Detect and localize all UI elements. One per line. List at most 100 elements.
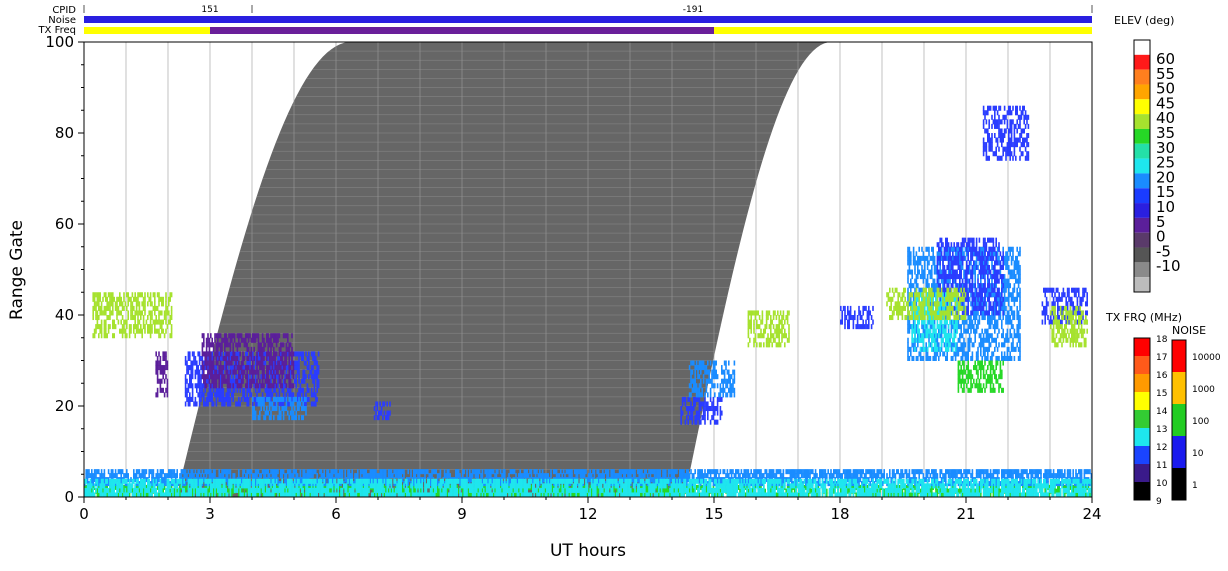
- echo-cell: [148, 324, 150, 329]
- echo-cell: [984, 242, 986, 247]
- echo-cell: [967, 306, 969, 311]
- echo-cell: [164, 356, 166, 361]
- echo-cell: [266, 338, 268, 343]
- echo-cell: [237, 347, 239, 352]
- echo-cell: [216, 388, 218, 393]
- echo-cell: [921, 320, 923, 325]
- echo-cell: [1014, 128, 1016, 133]
- echo-cell: [220, 333, 222, 338]
- echo-cell: [252, 370, 254, 375]
- echo-cell: [1057, 306, 1059, 311]
- echo-cell: [706, 383, 708, 388]
- echo-cell: [1058, 292, 1060, 297]
- echo-cell: [916, 279, 918, 284]
- echo-cell: [988, 119, 990, 124]
- echo-cell: [1019, 251, 1021, 256]
- echo-cell: [225, 351, 227, 356]
- echo-cell: [1077, 320, 1079, 325]
- echo-cell: [203, 351, 205, 356]
- echo-cell: [295, 365, 297, 370]
- echo-cell: [1081, 315, 1083, 320]
- echo-cell: [951, 274, 953, 279]
- echo-cell: [267, 374, 269, 379]
- echo-cell: [970, 251, 972, 256]
- echo-cell: [105, 320, 107, 325]
- echo-cell: [914, 288, 916, 293]
- echo-cell: [258, 397, 260, 402]
- echo-cell: [228, 333, 230, 338]
- echo-cell: [290, 365, 292, 370]
- echo-cell: [262, 397, 264, 402]
- echo-cell: [1077, 333, 1079, 338]
- echo-cell: [246, 361, 248, 366]
- echo-cell: [192, 383, 194, 388]
- echo-cell: [974, 301, 976, 306]
- echo-cell: [227, 342, 229, 347]
- echo-cell: [234, 333, 236, 338]
- echo-cell: [1068, 310, 1070, 315]
- echo-cell: [221, 370, 223, 375]
- echo-cell: [993, 310, 995, 315]
- echo-cell: [952, 260, 954, 265]
- echo-cell: [269, 397, 271, 402]
- echo-cell: [281, 388, 283, 393]
- echo-cell: [706, 401, 708, 406]
- echo-cell: [969, 270, 971, 275]
- echo-cell: [1000, 138, 1002, 143]
- echo-cell: [263, 361, 265, 366]
- echo-cell: [976, 256, 978, 261]
- echo-cell: [200, 392, 202, 397]
- echo-cell: [274, 379, 276, 384]
- echo-cell: [997, 301, 999, 306]
- echo-cell: [1004, 119, 1006, 124]
- echo-cell: [1084, 329, 1086, 334]
- echo-cell: [158, 329, 160, 334]
- echo-cell: [994, 265, 996, 270]
- echo-cell: [983, 288, 985, 293]
- echo-cell: [990, 306, 992, 311]
- echo-cell: [248, 356, 250, 361]
- echo-cell: [259, 356, 261, 361]
- echo-cell: [305, 406, 307, 411]
- echo-cell: [1016, 288, 1018, 293]
- echo-cell: [1008, 320, 1010, 325]
- echo-cell: [253, 333, 255, 338]
- echo-cell: [1012, 288, 1014, 293]
- echo-cell: [993, 274, 995, 279]
- echo-cell: [1081, 297, 1083, 302]
- echo-cell: [293, 401, 295, 406]
- echo-cell: [713, 370, 715, 375]
- echo-cell: [246, 379, 248, 384]
- echo-cell: [983, 374, 985, 379]
- echo-cell: [920, 256, 922, 261]
- echo-cell: [318, 365, 320, 370]
- echo-cell: [932, 310, 934, 315]
- echo-cell: [787, 338, 789, 343]
- echo-cell: [979, 256, 981, 261]
- echo-cell: [314, 356, 316, 361]
- echo-cell: [141, 329, 143, 334]
- echo-cell: [953, 342, 955, 347]
- echo-cell: [913, 306, 915, 311]
- echo-cell: [195, 397, 197, 402]
- echo-cell: [994, 283, 996, 288]
- echo-cell: [211, 374, 213, 379]
- echo-cell: [932, 356, 934, 361]
- echo-cell: [1063, 288, 1065, 293]
- echo-cell: [1011, 124, 1013, 129]
- echo-cell: [973, 329, 975, 334]
- echo-cell: [970, 329, 972, 334]
- echo-cell: [980, 374, 982, 379]
- echo-cell: [711, 379, 713, 384]
- echo-cell: [710, 361, 712, 366]
- echo-cell: [939, 351, 941, 356]
- echo-cell: [991, 315, 993, 320]
- echo-cell: [777, 333, 779, 338]
- echo-cell: [266, 383, 268, 388]
- echo-cell: [221, 397, 223, 402]
- echo-cell: [262, 392, 264, 397]
- echo-cell: [171, 292, 173, 297]
- echo-cell: [969, 315, 971, 320]
- echo-cell: [997, 270, 999, 275]
- echo-cell: [202, 342, 204, 347]
